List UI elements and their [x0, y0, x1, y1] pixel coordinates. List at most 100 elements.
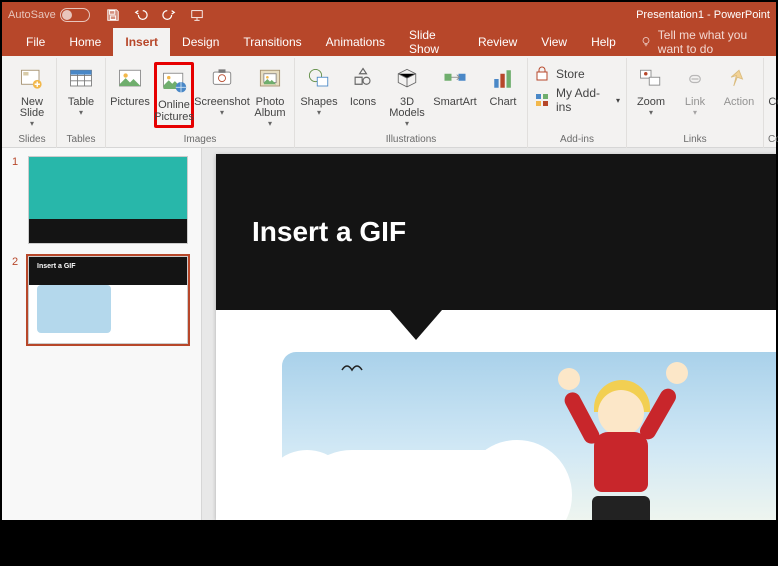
- thumb1-bar: [29, 219, 187, 243]
- tab-transitions[interactable]: Transitions: [231, 28, 313, 56]
- new-slide-label: New Slide: [12, 97, 52, 120]
- pictures-button[interactable]: Pictures: [110, 62, 150, 128]
- tell-me-search[interactable]: Tell me what you want to do: [628, 28, 776, 56]
- content-area: 1 2 Insert a GIF Insert a GIF: [2, 148, 776, 520]
- slide-image[interactable]: [282, 352, 776, 520]
- table-button[interactable]: Table ▾: [61, 62, 101, 128]
- slide-title[interactable]: Insert a GIF: [252, 216, 406, 248]
- 3d-models-button[interactable]: 3D Models ▾: [387, 62, 427, 128]
- tab-insert[interactable]: Insert: [113, 28, 170, 56]
- tab-view[interactable]: View: [529, 28, 579, 56]
- zoom-button[interactable]: Zoom ▾: [631, 62, 671, 128]
- smartart-label: SmartArt: [433, 97, 476, 109]
- chart-button[interactable]: Chart: [483, 62, 523, 128]
- undo-icon[interactable]: [134, 8, 148, 22]
- tab-review[interactable]: Review: [466, 28, 529, 56]
- bird-icon: [340, 362, 366, 376]
- icons-button[interactable]: Icons: [343, 62, 383, 128]
- shapes-button[interactable]: Shapes ▾: [299, 62, 339, 128]
- group-addins: Store My Add-ins ▾ Add-ins: [528, 58, 627, 148]
- slide-title-banner: Insert a GIF: [216, 154, 776, 310]
- lightbulb-icon: [640, 36, 652, 48]
- group-addins-label: Add-ins: [532, 132, 622, 148]
- group-tables-label: Tables: [61, 132, 101, 148]
- photo-album-label: Photo Album: [250, 97, 290, 120]
- autosave-label: AutoSave: [8, 9, 56, 21]
- save-icon[interactable]: [106, 8, 120, 22]
- group-links-label: Links: [631, 132, 759, 148]
- slide-thumbnail-1[interactable]: [28, 156, 188, 244]
- comment-label: Comment: [768, 97, 778, 109]
- slide-thumbnails-panel[interactable]: 1 2 Insert a GIF: [2, 148, 202, 520]
- shapes-label: Shapes: [300, 97, 337, 109]
- group-images-label: Images: [110, 132, 290, 148]
- ribbon: New Slide ▾ Slides Table ▾ Tables: [2, 56, 776, 148]
- my-addins-button[interactable]: My Add-ins ▾: [534, 86, 620, 114]
- autosave-toggle[interactable]: AutoSave: [8, 8, 90, 22]
- table-icon: [65, 64, 97, 94]
- tab-slideshow[interactable]: Slide Show: [397, 28, 466, 56]
- my-addins-label: My Add-ins: [556, 86, 610, 114]
- smartart-button[interactable]: SmartArt: [431, 62, 479, 128]
- online-pictures-icon: [158, 67, 190, 97]
- chart-icon: [487, 64, 519, 94]
- start-slideshow-icon[interactable]: [190, 8, 204, 22]
- title-bar: AutoSave Presentation1 - PowerPoint: [2, 2, 776, 28]
- online-pictures-label: Online Pictures: [154, 100, 194, 123]
- slide-number: 2: [12, 256, 22, 344]
- group-illustrations-label: Illustrations: [299, 132, 523, 148]
- chart-label: Chart: [490, 97, 517, 109]
- screenshot-button[interactable]: Screenshot ▾: [198, 62, 246, 128]
- toggle-off-icon: [60, 8, 90, 22]
- group-tables: Table ▾ Tables: [57, 58, 106, 148]
- thumbnail-row: 1: [12, 156, 191, 244]
- action-button[interactable]: Action: [719, 62, 759, 128]
- chevron-down-icon: ▾: [649, 109, 653, 117]
- zoom-icon: [635, 64, 667, 94]
- group-comments: Comment Comments: [764, 58, 778, 148]
- pictures-icon: [114, 64, 146, 94]
- smartart-icon: [439, 64, 471, 94]
- store-button[interactable]: Store: [534, 66, 620, 82]
- screenshot-label: Screenshot: [194, 97, 250, 109]
- banner-chevron-icon: [390, 310, 442, 340]
- powerpoint-window: AutoSave Presentation1 - PowerPoint File…: [2, 2, 776, 520]
- addins-icon: [534, 92, 550, 108]
- tab-help[interactable]: Help: [579, 28, 628, 56]
- thumb2-image: [37, 285, 111, 333]
- zoom-label: Zoom: [637, 97, 665, 109]
- group-links: Zoom ▾ Link ▾ Action Links: [627, 58, 764, 148]
- slide-canvas-area[interactable]: Insert a GIF: [202, 148, 776, 520]
- tab-animations[interactable]: Animations: [314, 28, 397, 56]
- tab-file[interactable]: File: [14, 28, 57, 56]
- thumb1-bg: [29, 157, 187, 219]
- link-icon: [679, 64, 711, 94]
- icons-gallery-icon: [347, 64, 379, 94]
- screenshot-icon: [206, 64, 238, 94]
- redo-icon[interactable]: [162, 8, 176, 22]
- online-pictures-button[interactable]: Online Pictures: [154, 62, 194, 128]
- thumb2-banner: Insert a GIF: [29, 257, 187, 285]
- thumbnail-row: 2 Insert a GIF: [12, 256, 191, 344]
- comment-button[interactable]: Comment: [768, 62, 778, 128]
- photo-album-button[interactable]: Photo Album ▾: [250, 62, 290, 128]
- new-slide-button[interactable]: New Slide ▾: [12, 62, 52, 128]
- group-slides: New Slide ▾ Slides: [8, 58, 57, 148]
- new-slide-icon: [16, 64, 48, 94]
- 3d-models-icon: [391, 64, 423, 94]
- action-label: Action: [724, 97, 755, 109]
- group-slides-label: Slides: [12, 132, 52, 148]
- group-illustrations: Shapes ▾ Icons 3D Models ▾: [295, 58, 528, 148]
- slide-canvas[interactable]: Insert a GIF: [216, 154, 776, 520]
- slide-thumbnail-2[interactable]: Insert a GIF: [28, 256, 188, 344]
- chevron-down-icon: ▾: [268, 120, 272, 128]
- group-images: Pictures Online Pictures Screenshot ▾: [106, 58, 295, 148]
- chevron-down-icon: ▾: [317, 109, 321, 117]
- tab-home[interactable]: Home: [57, 28, 113, 56]
- chevron-down-icon: ▾: [79, 109, 83, 117]
- store-label: Store: [556, 67, 585, 81]
- document-title: Presentation1 - PowerPoint: [636, 9, 770, 21]
- table-label: Table: [68, 97, 94, 109]
- tab-design[interactable]: Design: [170, 28, 231, 56]
- link-button[interactable]: Link ▾: [675, 62, 715, 128]
